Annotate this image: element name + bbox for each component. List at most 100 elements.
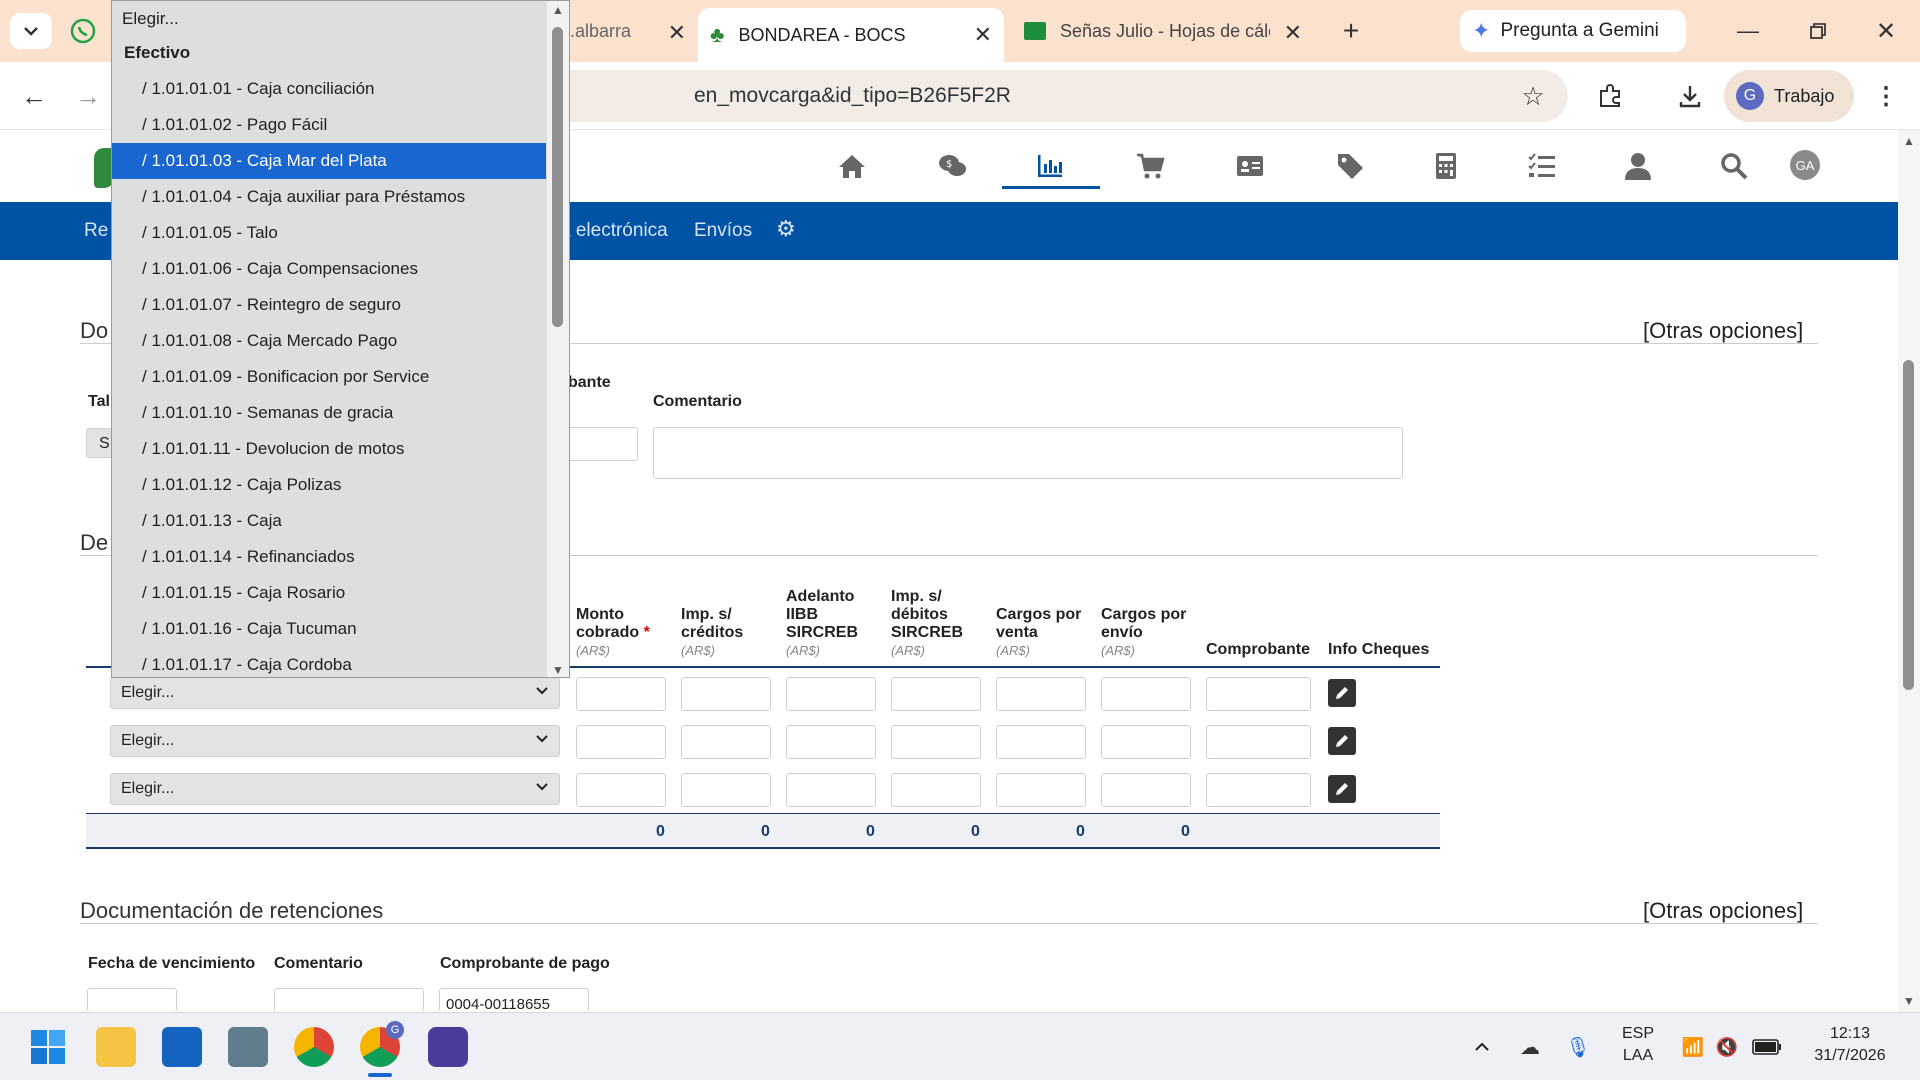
cargos-envio-input[interactable] (1101, 725, 1191, 759)
dropdown-option[interactable]: / 1.01.01.06 - Caja Compensaciones (112, 251, 546, 287)
cargos-venta-input[interactable] (996, 677, 1086, 711)
dropdown-option[interactable]: / 1.01.01.07 - Reintegro de seguro (112, 287, 546, 323)
comprobante-row-input[interactable] (1206, 725, 1311, 759)
restore-icon[interactable] (1800, 14, 1836, 48)
medio-pago-select[interactable]: Elegir... (110, 725, 560, 757)
dropdown-option[interactable]: / 1.01.01.10 - Semanas de gracia (112, 395, 546, 431)
menu-kebab-icon[interactable]: ⋮ (1872, 78, 1900, 114)
whatsapp-icon[interactable] (68, 16, 98, 46)
minimize-icon[interactable]: — (1730, 14, 1766, 48)
comprobante-pago-input[interactable]: 0004-00118655 (439, 988, 589, 1012)
comentario-retencion-input[interactable] (274, 988, 424, 1012)
nav-tag-icon[interactable] (1322, 146, 1378, 186)
medio-pago-dropdown-list[interactable]: Elegir... Efectivo / 1.01.01.01 - Caja c… (111, 0, 570, 678)
store-icon[interactable] (162, 1027, 202, 1067)
file-explorer-icon[interactable] (96, 1027, 136, 1067)
chevron-up-icon[interactable] (1470, 1037, 1494, 1057)
close-icon[interactable]: ✕ (974, 22, 992, 48)
monto-cobrado-input[interactable] (576, 773, 666, 807)
dropdown-option[interactable]: / 1.01.01.04 - Caja auxiliar para Présta… (112, 179, 546, 215)
imp-creditos-input[interactable] (681, 725, 771, 759)
language-indicator[interactable]: ESP LAA (1618, 1023, 1658, 1067)
nav-checklist-icon[interactable] (1514, 146, 1570, 186)
dropdown-scrollbar-thumb[interactable] (552, 27, 563, 327)
nav-home-icon[interactable] (824, 146, 880, 186)
medio-pago-select[interactable]: Elegir... (110, 773, 560, 805)
tab-search-icon[interactable] (10, 13, 52, 49)
fecha-vencimiento-input[interactable] (87, 988, 177, 1012)
app-g-icon[interactable] (428, 1027, 468, 1067)
adelanto-iibb-input[interactable] (786, 773, 876, 807)
windows-start-icon[interactable] (28, 1027, 68, 1067)
scroll-down-icon[interactable]: ▼ (552, 663, 564, 677)
edit-cheques-button[interactable] (1328, 679, 1356, 707)
star-icon[interactable]: ☆ (1518, 81, 1548, 111)
edit-cheques-button[interactable] (1328, 727, 1356, 755)
dropdown-option[interactable]: / 1.01.01.08 - Caja Mercado Pago (112, 323, 546, 359)
user-avatar[interactable]: GA (1790, 150, 1820, 180)
nav-search-icon[interactable] (1706, 146, 1762, 186)
cargos-envio-input[interactable] (1101, 773, 1191, 807)
microphone-icon[interactable]: 🎙 (1565, 1035, 1590, 1059)
clock[interactable]: 12:13 31/7/2026 (1800, 1023, 1900, 1067)
scroll-down-icon[interactable]: ▼ (1903, 994, 1915, 1008)
navbar-item-envios[interactable]: Envíos (694, 220, 752, 242)
download-icon[interactable] (1672, 78, 1708, 114)
tab-bondarea[interactable]: ♣ BONDAREA - BOCS ✕ (698, 8, 1004, 62)
close-icon[interactable]: ✕ (1284, 20, 1302, 46)
dropdown-option[interactable]: / 1.01.01.03 - Caja Mar del Plata (112, 143, 546, 179)
close-window-icon[interactable]: ✕ (1868, 14, 1904, 48)
nav-money-chat-icon[interactable]: $ (924, 146, 980, 186)
battery-icon[interactable] (1752, 1037, 1782, 1057)
navbar-item-re[interactable]: Re (84, 220, 108, 242)
adelanto-iibb-input[interactable] (786, 725, 876, 759)
medio-pago-select[interactable]: Elegir... (110, 677, 560, 709)
volume-muted-icon[interactable]: 🔇 (1714, 1035, 1740, 1059)
dropdown-option[interactable]: / 1.01.01.02 - Pago Fácil (112, 107, 546, 143)
comprobante-row-input[interactable] (1206, 773, 1311, 807)
dropdown-option[interactable]: / 1.01.01.05 - Talo (112, 215, 546, 251)
imp-debitos-input[interactable] (891, 773, 981, 807)
nav-cart-icon[interactable] (1122, 146, 1178, 186)
otras-opciones-link[interactable]: [Otras opciones] (1643, 318, 1803, 344)
nav-id-card-icon[interactable] (1222, 146, 1278, 186)
adelanto-iibb-input[interactable] (786, 677, 876, 711)
imp-creditos-input[interactable] (681, 677, 771, 711)
dropdown-option[interactable]: / 1.01.01.12 - Caja Polizas (112, 467, 546, 503)
new-tab-icon[interactable]: + (1336, 14, 1366, 48)
comprobante-row-input[interactable] (1206, 677, 1311, 711)
cargos-venta-input[interactable] (996, 773, 1086, 807)
otras-opciones-link[interactable]: [Otras opciones] (1643, 898, 1803, 924)
dropdown-option[interactable]: / 1.01.01.11 - Devolucion de motos (112, 431, 546, 467)
chrome-profile-icon[interactable]: G (360, 1021, 404, 1067)
wifi-icon[interactable]: 📶 (1680, 1035, 1706, 1059)
navbar-item-factura-electronica[interactable]: a electrónica (560, 220, 668, 242)
dropdown-option[interactable]: / 1.01.01.14 - Refinanciados (112, 539, 546, 575)
page-scrollbar-thumb[interactable] (1903, 360, 1914, 690)
dropdown-option[interactable]: / 1.01.01.01 - Caja conciliación (112, 71, 546, 107)
chrome-icon[interactable] (294, 1027, 334, 1067)
nav-user-icon[interactable] (1610, 146, 1666, 186)
dropdown-option-elegir[interactable]: Elegir... (112, 1, 546, 37)
imp-debitos-input[interactable] (891, 677, 981, 711)
dropdown-option[interactable]: / 1.01.01.16 - Caja Tucuman (112, 611, 546, 647)
monto-cobrado-input[interactable] (576, 725, 666, 759)
edit-cheques-button[interactable] (1328, 775, 1356, 803)
close-icon[interactable]: ✕ (668, 20, 686, 46)
profile-button[interactable]: G Trabajo (1724, 70, 1854, 122)
imp-creditos-input[interactable] (681, 773, 771, 807)
forward-icon[interactable]: → (70, 78, 106, 114)
scroll-up-icon[interactable]: ▲ (1903, 134, 1915, 148)
comentario-textarea[interactable] (653, 427, 1403, 479)
nav-calculator-icon[interactable] (1418, 146, 1474, 186)
scroll-up-icon[interactable]: ▲ (552, 3, 564, 17)
dropdown-scrollbar[interactable]: ▲ ▼ (547, 1, 569, 677)
cargos-envio-input[interactable] (1101, 677, 1191, 711)
comprobante-input[interactable] (560, 427, 638, 461)
extensions-icon[interactable] (1592, 78, 1628, 114)
tab-albarra[interactable]: g.albarra ✕ (560, 10, 686, 52)
imp-debitos-input[interactable] (891, 725, 981, 759)
gemini-button[interactable]: ✦ Pregunta a Gemini (1460, 10, 1686, 52)
dropdown-option[interactable]: / 1.01.01.09 - Bonificacion por Service (112, 359, 546, 395)
dropdown-option[interactable]: / 1.01.01.15 - Caja Rosario (112, 575, 546, 611)
